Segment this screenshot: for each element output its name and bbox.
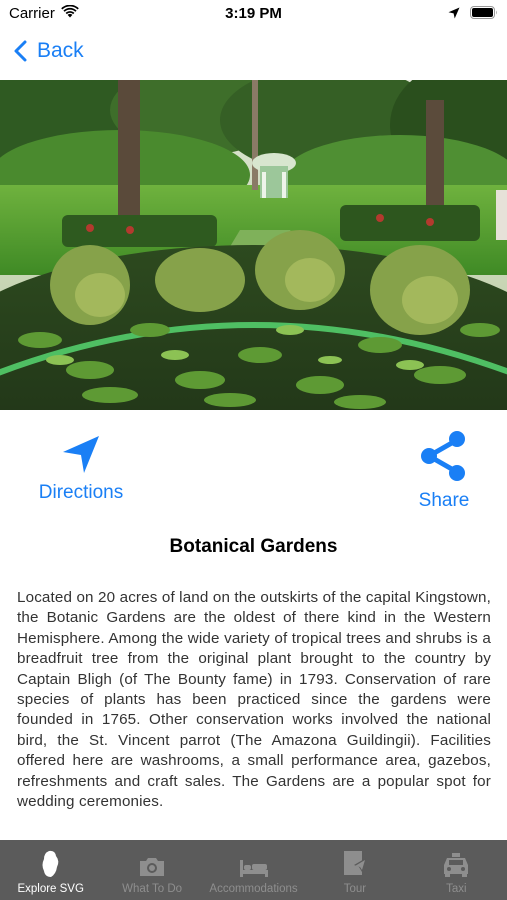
camera-icon <box>138 850 166 878</box>
navigation-bar: Back <box>0 30 507 78</box>
tab-tour[interactable]: Tour <box>304 840 405 900</box>
share-label: Share <box>418 490 470 511</box>
page-title: Botanical Gardens <box>169 536 338 557</box>
tab-label: Accommodations <box>209 883 298 895</box>
tab-label: What To Do <box>122 883 183 895</box>
tab-explore-svg[interactable]: Explore SVG <box>0 840 101 900</box>
taxi-icon <box>441 850 471 878</box>
status-bar: Carrier 3:19 PM <box>0 0 507 30</box>
battery-icon <box>470 6 498 24</box>
tab-bar: Explore SVG What To Do Accommodations To… <box>0 840 507 900</box>
directions-label: Directions <box>38 482 124 503</box>
status-right <box>448 6 498 24</box>
back-label: Back <box>37 39 84 62</box>
location-arrow-icon <box>63 436 99 473</box>
tab-taxi[interactable]: Taxi <box>406 840 507 900</box>
island-icon <box>41 850 61 878</box>
tour-icon <box>342 850 368 878</box>
back-button[interactable]: Back <box>14 39 84 63</box>
chevron-left-icon <box>14 40 27 62</box>
directions-button[interactable]: Directions <box>26 432 136 504</box>
tab-accommodations[interactable]: Accommodations <box>203 840 304 900</box>
tab-label: Taxi <box>446 883 467 895</box>
hero-photo <box>0 80 507 410</box>
bed-icon <box>239 850 269 878</box>
location-arrow-icon <box>448 6 460 24</box>
status-time: 3:19 PM <box>225 5 282 22</box>
share-icon <box>421 431 465 481</box>
tab-what-to-do[interactable]: What To Do <box>101 840 202 900</box>
tab-label: Explore SVG <box>17 883 84 895</box>
tab-label: Tour <box>343 883 367 895</box>
share-button[interactable]: Share <box>404 430 484 512</box>
place-description: Located on 20 acres of land on the outsk… <box>17 589 492 811</box>
